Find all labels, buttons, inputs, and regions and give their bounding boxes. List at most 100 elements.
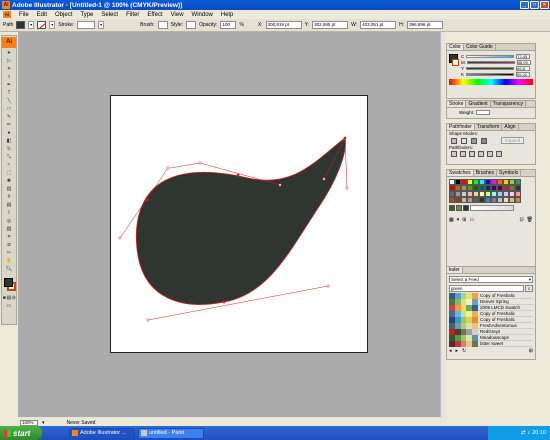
stroke-swatch[interactable] — [37, 21, 47, 29]
pencil-tool-icon[interactable]: ✏ — [6, 122, 13, 129]
divide-icon[interactable] — [451, 151, 457, 157]
document-icon[interactable]: Ai — [3, 11, 11, 18]
kuler-search-input[interactable]: green — [449, 285, 524, 292]
artwork-layer[interactable] — [18, 32, 444, 417]
search-icon[interactable]: ⌕ — [525, 285, 533, 292]
weight-field[interactable] — [476, 110, 491, 115]
menu-help[interactable]: Help — [217, 12, 237, 18]
stroke-dropdown[interactable]: ▾ — [49, 21, 56, 29]
expand-button[interactable]: Expand — [501, 137, 525, 144]
crop-icon[interactable] — [478, 151, 484, 157]
stroke-weight-field[interactable] — [77, 21, 96, 29]
swatch-options-icon[interactable]: ⊞ — [462, 217, 466, 223]
black-value[interactable]: 59,22 — [516, 71, 531, 77]
swatch[interactable] — [463, 205, 469, 211]
menu-file[interactable]: File — [15, 12, 33, 18]
style-picker[interactable] — [186, 21, 197, 29]
minimize-button[interactable]: _ — [520, 1, 529, 9]
exclude-icon[interactable] — [481, 137, 487, 144]
slice-tool-icon[interactable]: ⧄ — [6, 242, 13, 249]
new-swatch-icon[interactable]: ⊡ — [519, 217, 523, 223]
start-button[interactable]: start — [0, 426, 42, 440]
minus-back-icon[interactable] — [496, 151, 502, 157]
rotate-tool-icon[interactable]: ↻ — [6, 146, 13, 153]
cyan-slider[interactable] — [466, 54, 515, 58]
show-swatch-kinds-icon[interactable]: ▾ — [457, 217, 460, 223]
opacity-field[interactable]: 100 — [220, 21, 237, 29]
menu-select[interactable]: Select — [97, 12, 122, 18]
gradient-tool-icon[interactable]: ▤ — [6, 202, 13, 209]
color-spectrum-bar[interactable] — [449, 79, 533, 85]
refresh-icon[interactable]: ↻ — [462, 348, 466, 354]
symbol-sprayer-tool-icon[interactable]: ✺ — [6, 178, 13, 185]
trim-icon[interactable] — [460, 151, 466, 157]
black-slider[interactable] — [466, 72, 515, 76]
magenta-slider[interactable] — [466, 60, 515, 64]
intersect-icon[interactable] — [471, 137, 477, 144]
volume-icon[interactable]: ♪ — [527, 430, 530, 436]
menu-filter[interactable]: Filter — [122, 12, 143, 18]
y-field[interactable]: 302,595 pt — [312, 21, 349, 29]
tab-transparency[interactable]: Transparency — [491, 101, 527, 107]
tab-symbols[interactable]: Symbols — [497, 170, 522, 176]
kuler-theme-row[interactable]: bitter sweet — [449, 340, 533, 347]
magenta-value[interactable]: 56,09 — [516, 59, 531, 65]
h-field[interactable]: 396,896 pt — [407, 21, 444, 29]
x-field[interactable]: 300,919 pt — [265, 21, 302, 29]
direct-selection-tool-icon[interactable]: ▷ — [6, 58, 13, 65]
fill-dropdown[interactable]: ▾ — [28, 21, 35, 29]
color-stroke-swatch[interactable] — [452, 59, 459, 66]
pen-tool-icon[interactable]: ✒ — [6, 82, 13, 89]
yellow-slider[interactable] — [466, 66, 515, 70]
tab-pathfinder[interactable]: Pathfinder — [447, 124, 475, 130]
warp-tool-icon[interactable]: ≈ — [6, 162, 13, 169]
menu-object[interactable]: Object — [51, 12, 76, 18]
task-illustrator[interactable]: Adobe Illustrator ... — [69, 427, 135, 439]
fill-stroke-widget[interactable] — [2, 277, 16, 295]
tab-gradient[interactable]: Gradient — [466, 101, 491, 107]
eraser-tool-icon[interactable]: ◧ — [6, 138, 13, 145]
maximize-button[interactable]: □ — [530, 1, 539, 9]
tab-stroke[interactable]: Stroke — [447, 101, 467, 107]
menu-type[interactable]: Type — [76, 12, 97, 18]
swatch[interactable] — [449, 205, 455, 211]
fill-color-box[interactable] — [4, 278, 13, 287]
stroke-weight-dropdown[interactable]: ▾ — [98, 21, 105, 29]
feed-select[interactable]: Select a Feed ▾ — [449, 276, 533, 283]
tab-color-guide[interactable]: Color Guide — [464, 44, 496, 50]
task-paint[interactable]: untitled - Paint — [138, 427, 204, 439]
zoom-dropdown-icon[interactable]: ▾ — [42, 420, 45, 426]
w-field[interactable]: 403,051 pt — [360, 21, 397, 29]
live-paint-tool-icon[interactable]: ▨ — [6, 226, 13, 233]
menu-effect[interactable]: Effect — [143, 12, 166, 18]
delete-swatch-icon[interactable]: 🗑︎ — [527, 217, 533, 223]
line-tool-icon[interactable]: ╲ — [6, 98, 13, 105]
crop-area-tool-icon[interactable]: ⌗ — [6, 234, 13, 241]
selection-tool-icon[interactable]: ➤ — [6, 50, 13, 57]
minus-front-icon[interactable] — [461, 137, 467, 144]
blend-tool-icon[interactable]: ◎ — [6, 218, 13, 225]
unite-icon[interactable] — [451, 137, 457, 144]
zoom-tool-icon[interactable]: 🔍︎ — [6, 266, 13, 273]
document-canvas[interactable] — [18, 32, 444, 417]
mesh-tool-icon[interactable]: # — [6, 194, 13, 201]
menu-edit[interactable]: Edit — [33, 12, 51, 18]
cyan-value[interactable]: 72,05 — [516, 53, 531, 59]
hand-tool-icon[interactable]: ✋ — [6, 258, 13, 265]
graph-tool-icon[interactable]: ▥ — [6, 186, 13, 193]
swatch[interactable] — [515, 197, 521, 203]
swatch-gradient-bar[interactable] — [470, 205, 514, 211]
menu-view[interactable]: View — [167, 12, 188, 18]
new-color-group-icon[interactable]: ▭ — [469, 217, 474, 223]
rectangle-tool-icon[interactable]: □ — [6, 106, 13, 113]
paintbrush-tool-icon[interactable]: ✎ — [6, 114, 13, 121]
tab-kuler[interactable]: kuler — [447, 267, 463, 273]
vertical-scrollbar[interactable] — [440, 32, 445, 417]
teardrop-shape[interactable] — [135, 137, 346, 305]
network-icon[interactable]: ⇄ — [521, 430, 526, 436]
free-transform-tool-icon[interactable]: ⬚ — [6, 170, 13, 177]
scale-tool-icon[interactable]: ⤡ — [6, 154, 13, 161]
scissors-tool-icon[interactable]: ✂ — [6, 250, 13, 257]
tab-transform[interactable]: Transform — [475, 124, 503, 130]
tab-color[interactable]: Color — [447, 44, 464, 50]
